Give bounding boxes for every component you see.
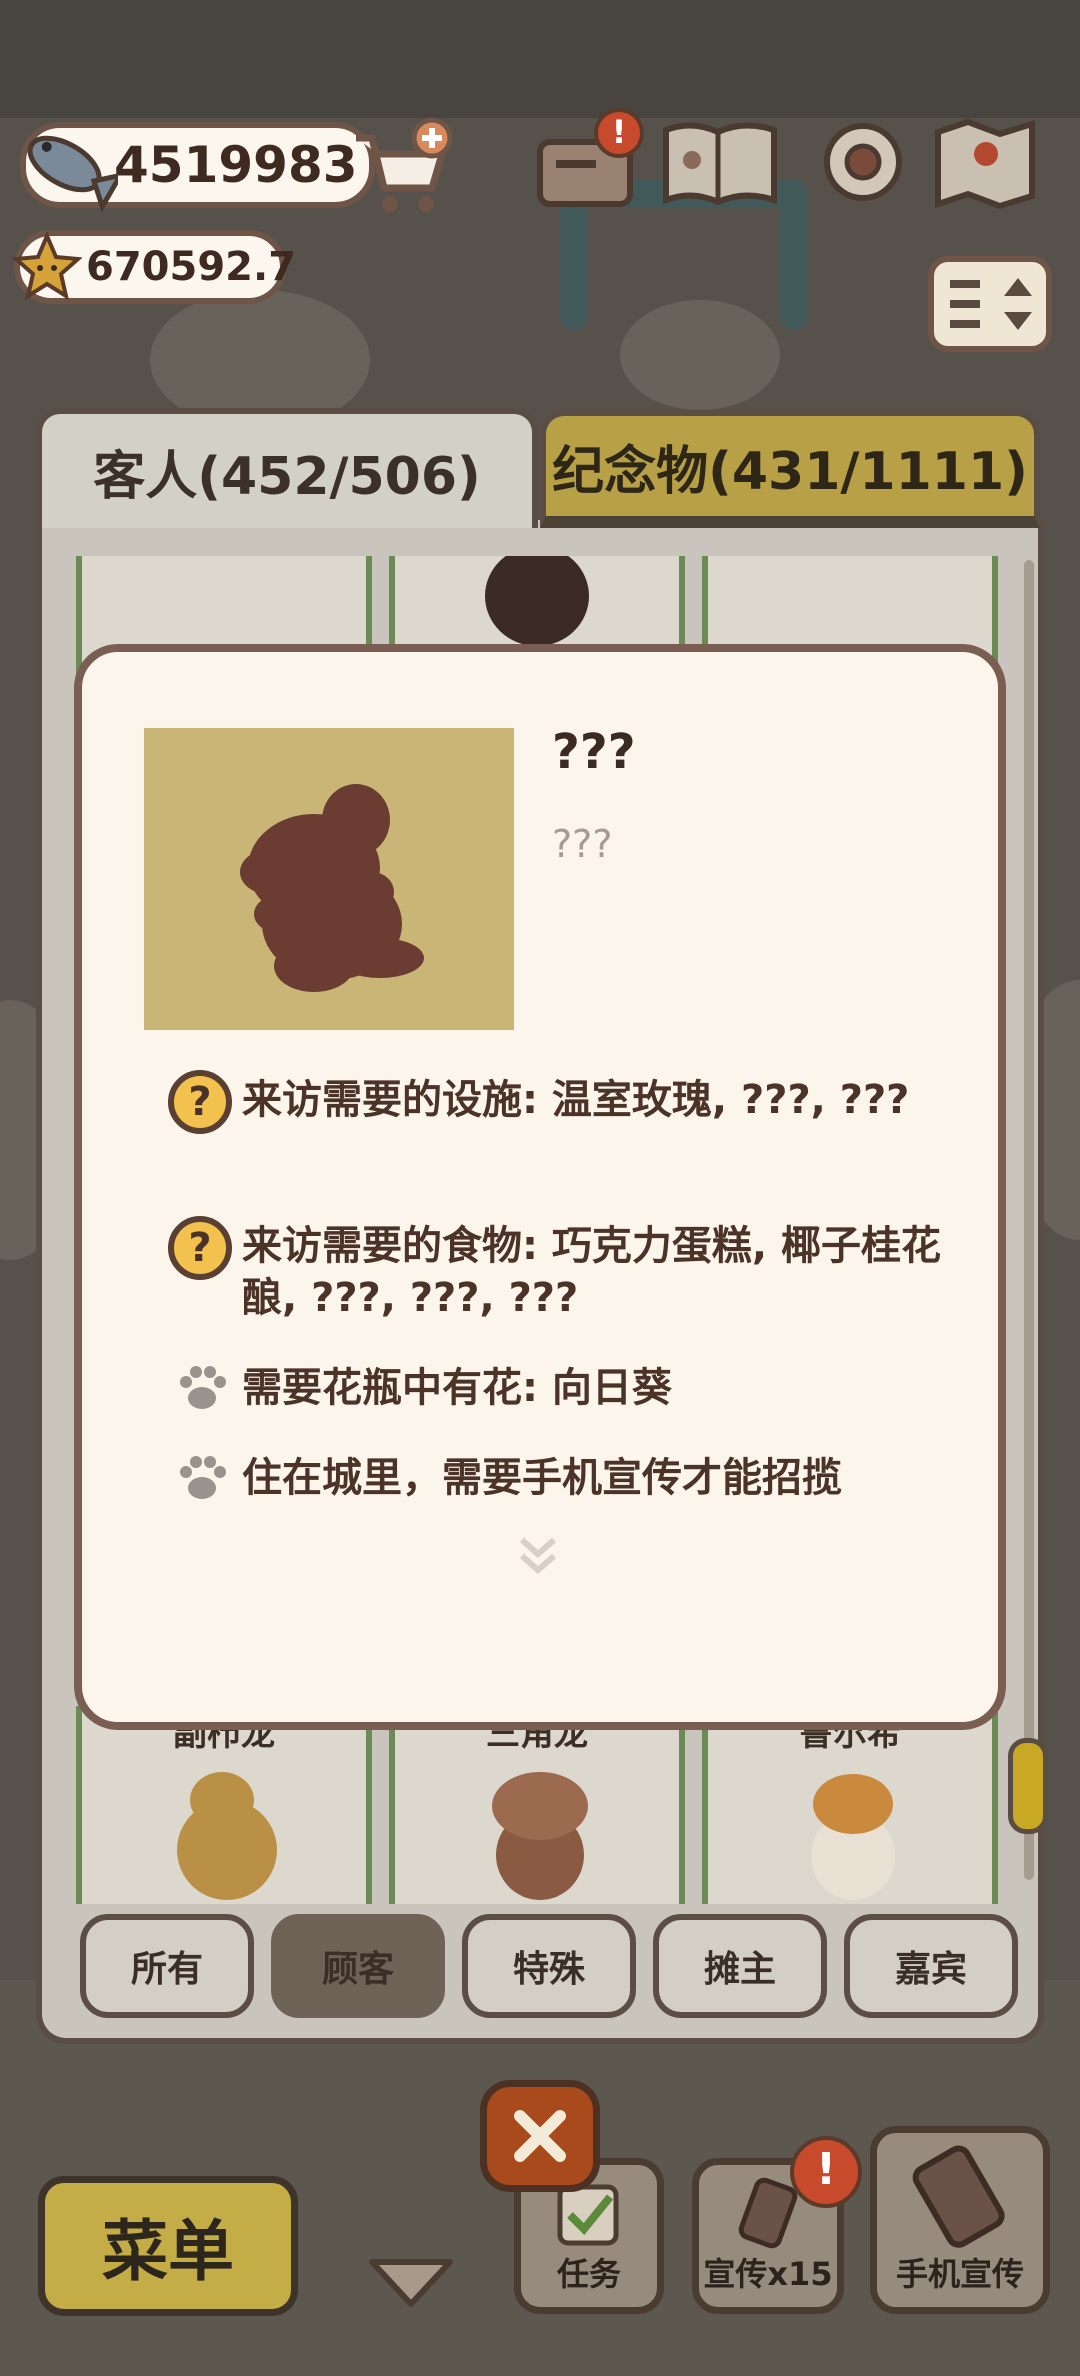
fish-icon — [27, 135, 118, 213]
paw-icon — [180, 1366, 226, 1409]
filter-guests-button[interactable]: 嘉宾 — [844, 1914, 1018, 2018]
tab-souvenirs-label: 纪念物(431/1111) — [552, 441, 1028, 502]
filter-customers-button[interactable]: 顾客 — [271, 1914, 445, 2018]
close-popup-button[interactable] — [480, 2080, 600, 2192]
tab-souvenirs[interactable]: 纪念物(431/1111) — [540, 410, 1040, 528]
close-icon — [514, 2110, 566, 2162]
guest-card[interactable]: 三角龙 — [389, 1706, 685, 1904]
guest-subtitle: ??? — [552, 822, 613, 866]
grid-scrollbar-thumb[interactable] — [1008, 1738, 1048, 1834]
parasaurolophus-portrait — [177, 1772, 277, 1900]
star-count: 670592.7 — [86, 244, 297, 290]
city-requirement: 住在城里，需要手机宣传才能招揽 — [242, 1455, 842, 1501]
guest-title: ??? — [552, 724, 636, 780]
vase-requirement: 需要花瓶中有花: 向日葵 — [242, 1365, 672, 1411]
facility-requirement: 来访需要的设施: 温室玫瑰, ???, ??? — [242, 1077, 910, 1123]
corgi-portrait — [811, 1774, 895, 1900]
phone-promo-label: 手机宣传 — [895, 2255, 1024, 2293]
sort-icon — [950, 278, 1032, 330]
menu-label: 菜单 — [102, 2213, 234, 2290]
tasks-label: 任务 — [556, 2255, 621, 2293]
settings-gear-icon[interactable] — [808, 112, 918, 212]
guest-card[interactable]: 鲁尔希 — [702, 1706, 998, 1904]
chevron-down-icon[interactable] — [364, 2252, 458, 2312]
guest-book-icon[interactable] — [658, 112, 782, 212]
shop-cart-button[interactable] — [350, 116, 455, 216]
tab-guests-label: 客人(452/506) — [93, 446, 481, 507]
guest-portrait — [144, 728, 514, 1030]
question-icon: ? — [168, 1070, 232, 1134]
promo-x15-label: 宣传x15 — [703, 2255, 833, 2293]
mail-alert-badge: ! — [594, 108, 644, 158]
grid-scrollbar-track — [1024, 560, 1034, 1880]
fish-count: 4519983 — [114, 136, 358, 194]
triceratops-portrait — [492, 1772, 588, 1900]
map-icon[interactable] — [930, 112, 1040, 212]
phone-promo-button[interactable]: 手机宣传 — [870, 2126, 1050, 2314]
tab-guests[interactable]: 客人(452/506) — [36, 408, 538, 528]
double-chevron-down-icon — [520, 1537, 556, 1574]
phone-icon — [912, 2145, 1005, 2248]
guest-card[interactable]: 副栉龙 — [76, 1706, 372, 1904]
question-icon: ? — [168, 1216, 232, 1280]
unknown-guest-silhouette — [240, 784, 424, 992]
promo-alert-badge: ! — [790, 2136, 862, 2208]
star-icon — [12, 232, 82, 301]
paw-icon — [180, 1456, 226, 1499]
guest-detail-popup: ??? ??? ? 来访需要的设施: 温室玫瑰, ???, ??? ? 来访需要… — [74, 644, 1006, 1730]
menu-button[interactable]: 菜单 — [38, 2176, 298, 2316]
food-requirement: 来访需要的食物: 巧克力蛋糕, 椰子桂花酿, ???, ???, ??? — [242, 1223, 942, 1321]
filter-vendors-button[interactable]: 摊主 — [653, 1914, 827, 2018]
sort-toggle-button[interactable] — [928, 256, 1052, 352]
filter-all-button[interactable]: 所有 — [80, 1914, 254, 2018]
filter-special-button[interactable]: 特殊 — [462, 1914, 636, 2018]
